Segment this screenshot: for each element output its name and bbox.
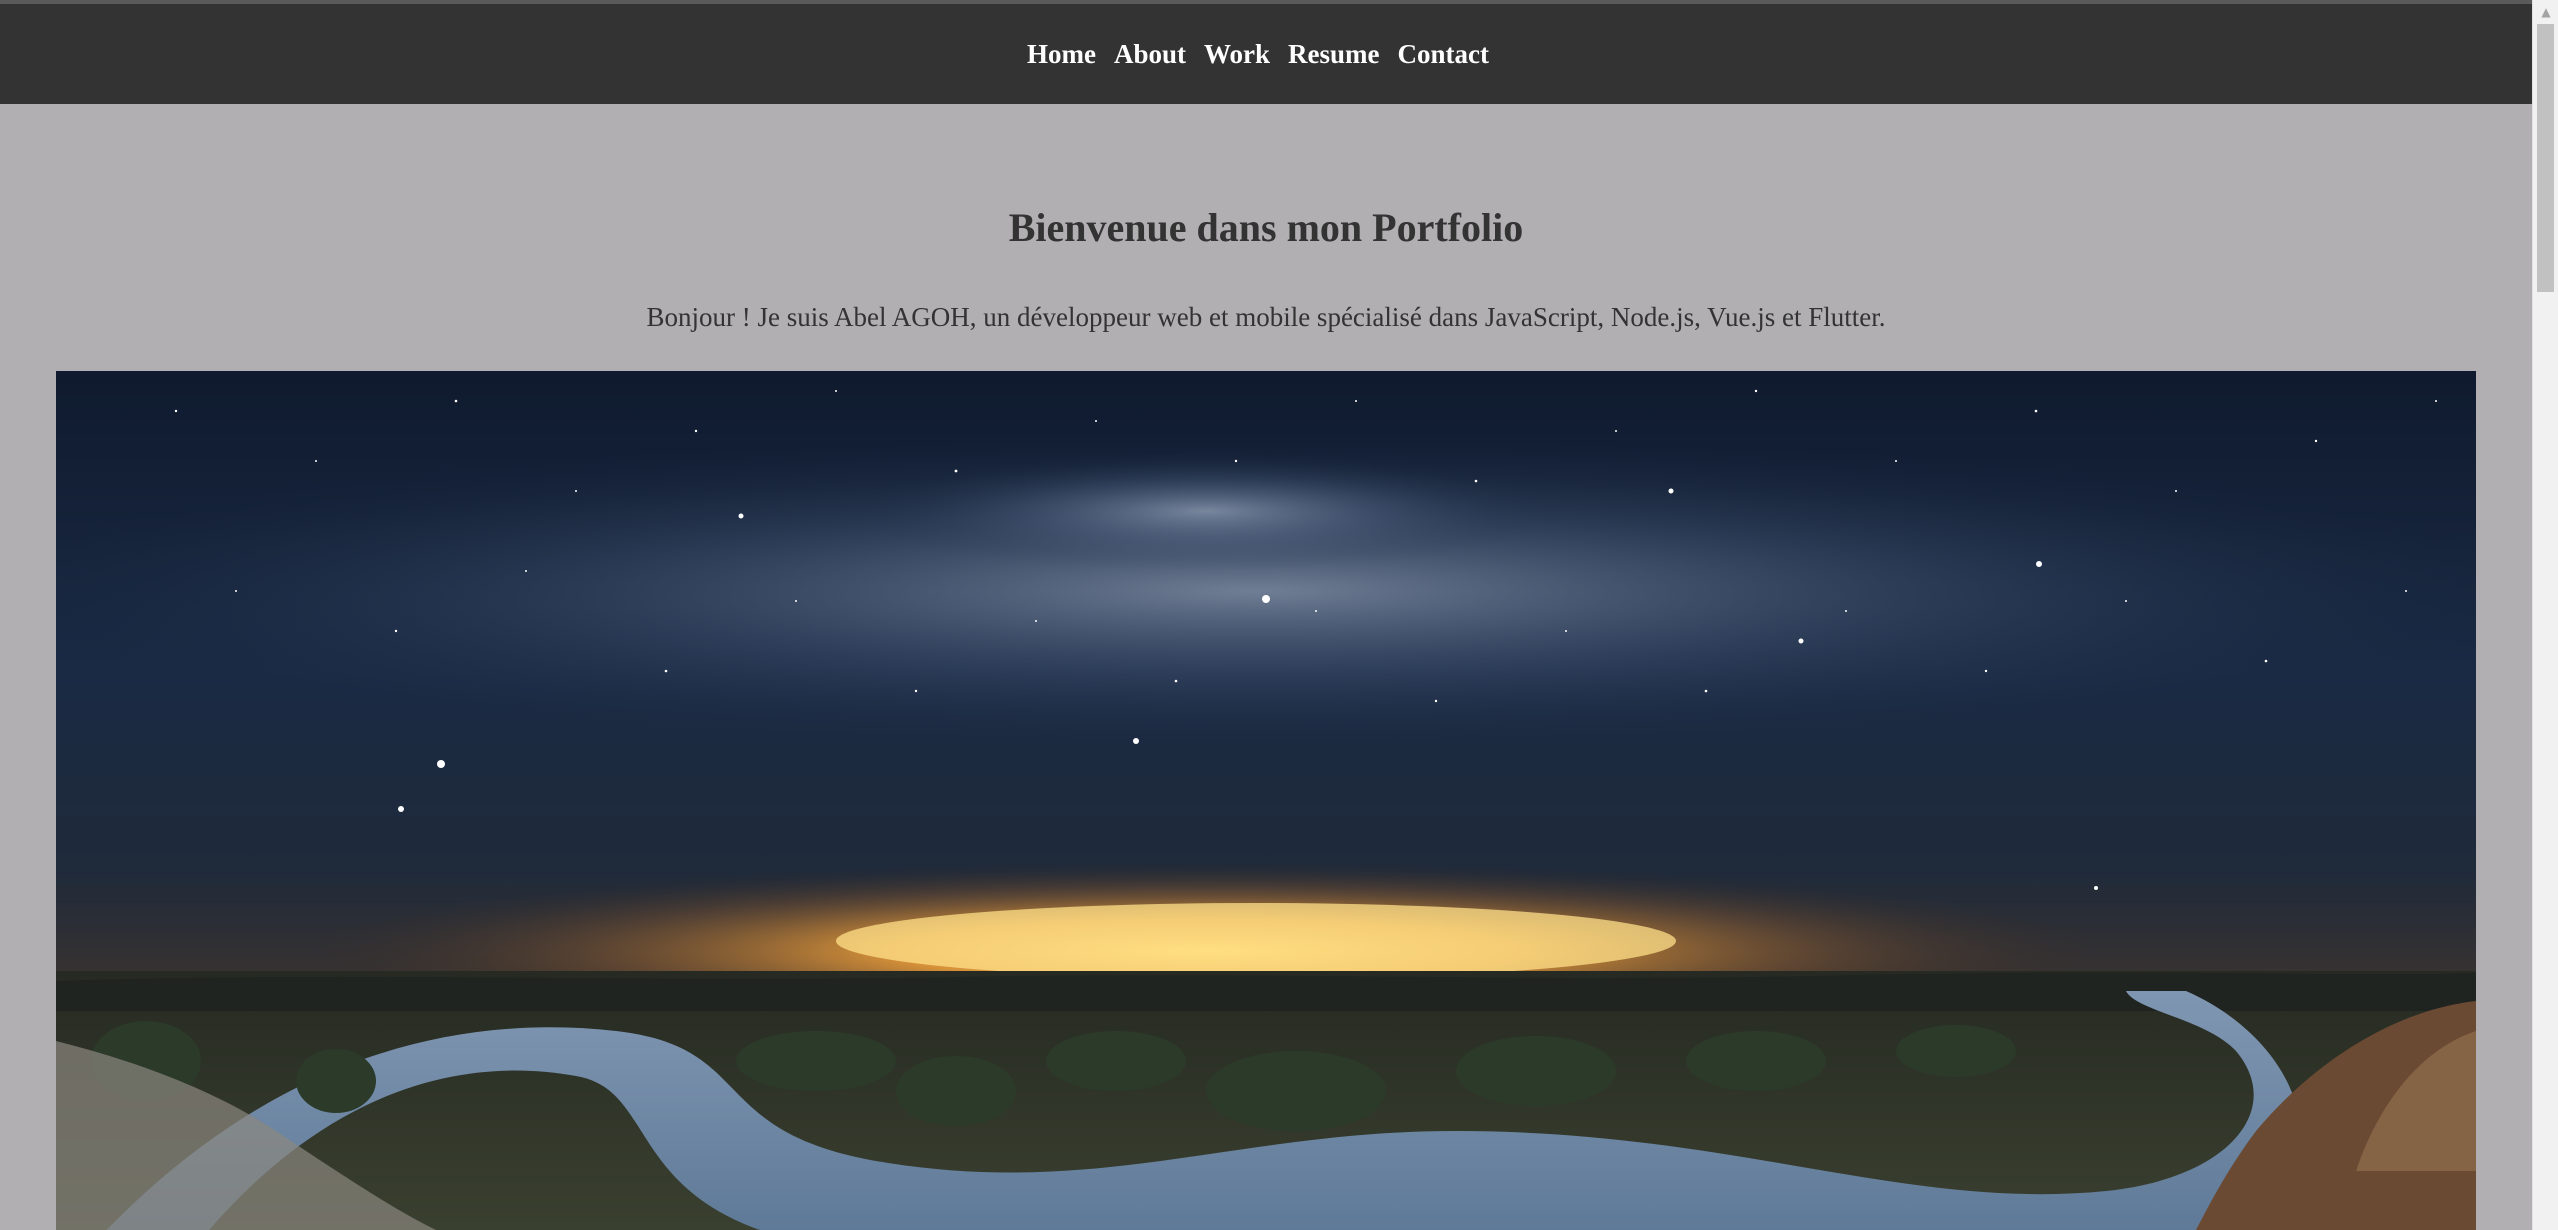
- main-content: Bienvenue dans mon Portfolio Bonjour ! J…: [0, 104, 2532, 1230]
- vertical-scrollbar[interactable]: ▲: [2532, 0, 2558, 1230]
- hero-image-milky-way-river: [56, 371, 2476, 1230]
- page: Home About Work Resume Contact Bienvenue…: [0, 0, 2558, 1230]
- arrow-up-icon[interactable]: ▲: [2533, 0, 2558, 24]
- nav-link-resume[interactable]: Resume: [1279, 40, 1388, 68]
- scrollbar-thumb[interactable]: [2537, 24, 2554, 292]
- nav-list: Home About Work Resume Contact: [1018, 40, 1498, 68]
- nav-link-about[interactable]: About: [1105, 40, 1195, 68]
- nav-link-contact[interactable]: Contact: [1389, 40, 1498, 68]
- navbar: Home About Work Resume Contact: [0, 4, 2532, 104]
- nav-link-work[interactable]: Work: [1195, 40, 1279, 68]
- nav-link-home[interactable]: Home: [1018, 40, 1105, 68]
- intro-text: Bonjour ! Je suis Abel AGOH, un développ…: [646, 302, 1886, 332]
- page-title: Bienvenue dans mon Portfolio: [1008, 205, 1524, 250]
